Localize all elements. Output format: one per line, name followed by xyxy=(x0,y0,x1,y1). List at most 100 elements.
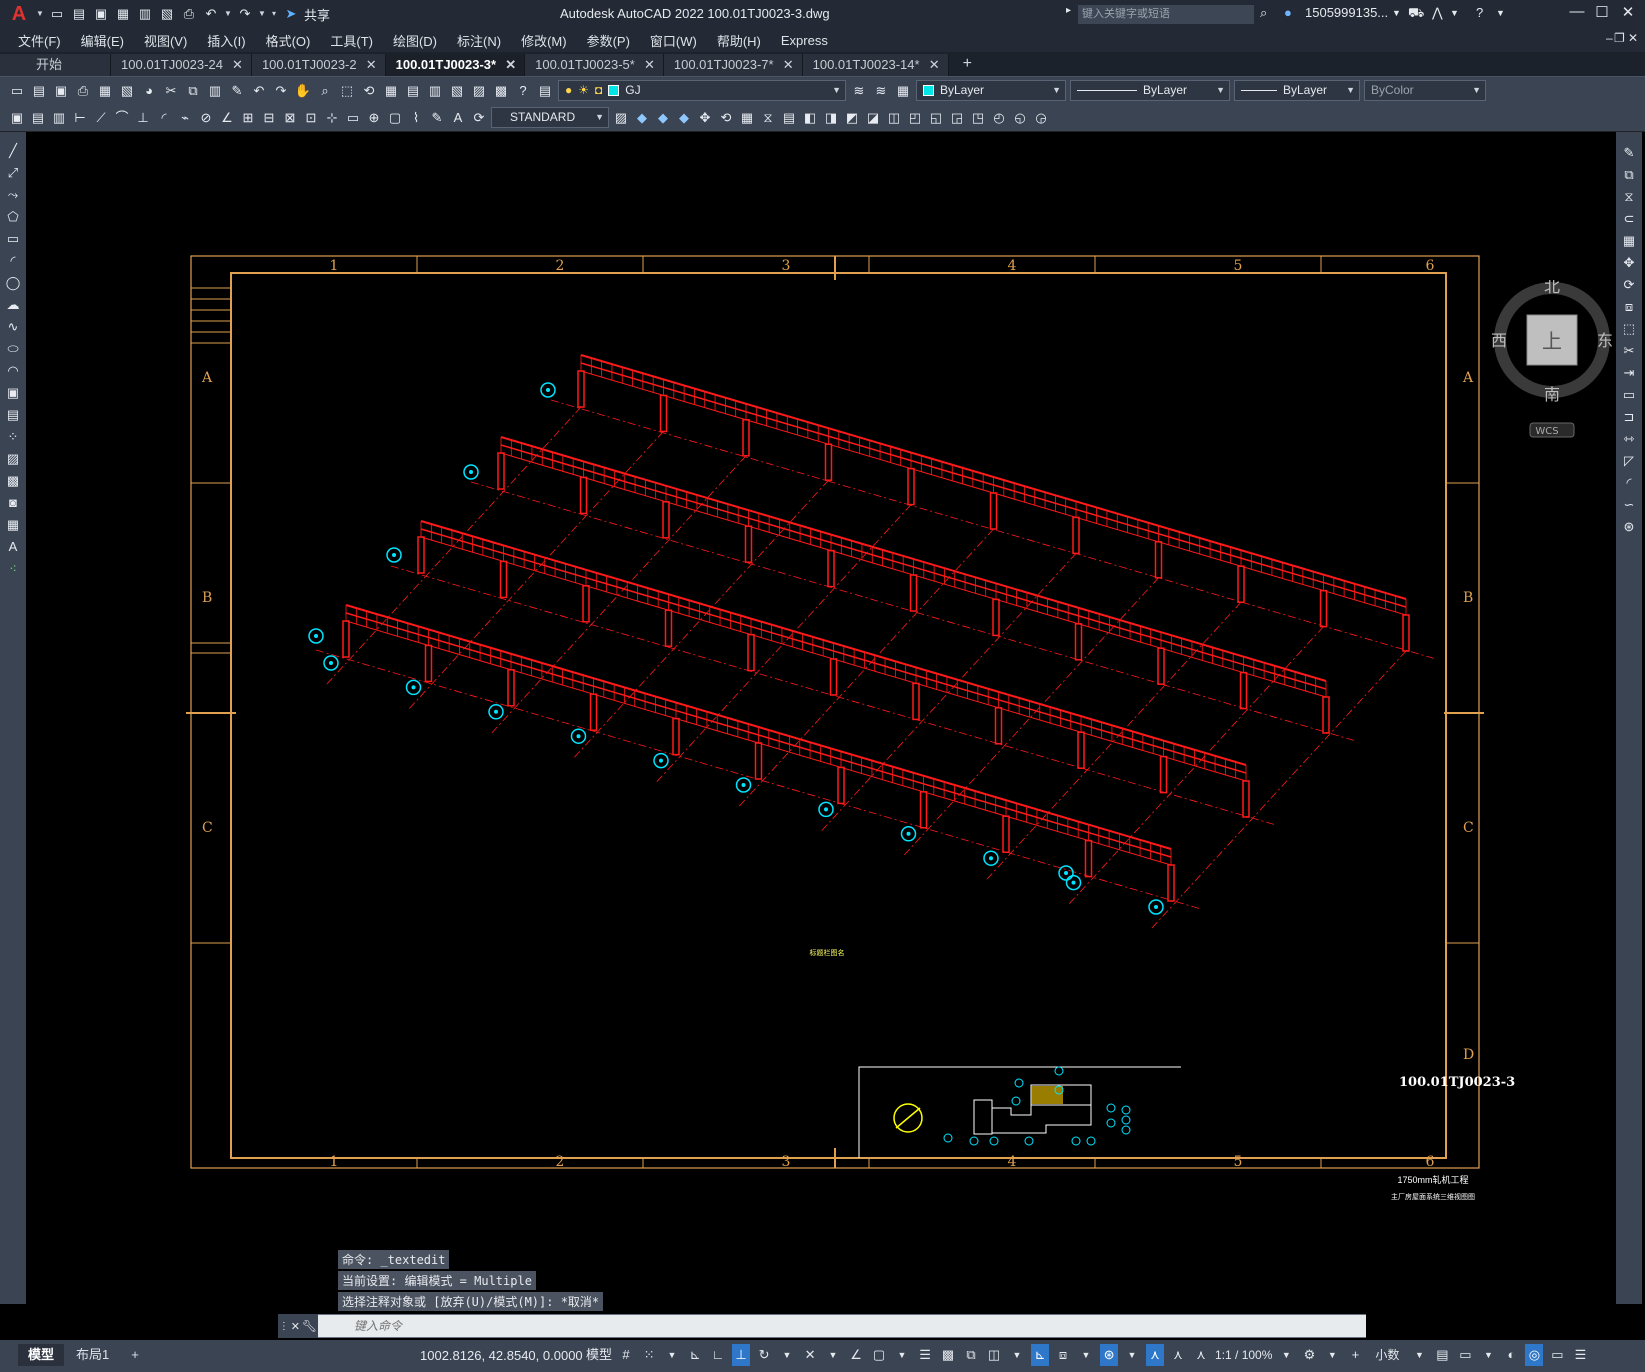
menu-modify[interactable]: 修改(M) xyxy=(511,31,577,50)
zoom-previous-icon[interactable]: ⟲ xyxy=(360,82,378,100)
command-input[interactable] xyxy=(318,1315,1366,1337)
break-at-point-icon[interactable]: ▭ xyxy=(1620,386,1638,404)
tab-file-5[interactable]: 100.01TJ0023-5* ✕ xyxy=(525,54,664,76)
minimize-icon[interactable]: — xyxy=(1565,3,1589,25)
search-expand-icon[interactable]: ▸ xyxy=(1066,5,1071,16)
drawing-viewport[interactable]: 1 1 2 2 3 3 4 4 5 5 6 6 A A B B C C D 100.01TJ0023-3 1750m… xyxy=(26,133,1616,1311)
application-menu-button[interactable]: A xyxy=(6,3,32,25)
explode-icon[interactable]: ⊛ xyxy=(1620,518,1638,536)
diameter-dimension-icon[interactable]: ⊘ xyxy=(197,109,215,127)
baseline-dimension-icon[interactable]: ⊟ xyxy=(260,109,278,127)
shell-icon[interactable]: ◶ xyxy=(1032,109,1050,127)
layer-properties-icon[interactable]: ▤ xyxy=(536,82,554,100)
pan-icon[interactable]: ✋ xyxy=(294,82,312,100)
ortho-icon[interactable]: ⊥ xyxy=(732,1344,751,1366)
3d-wedge-icon[interactable]: ◆ xyxy=(654,109,672,127)
table-icon[interactable]: ▦ xyxy=(4,516,22,534)
3d-array-icon[interactable]: ▤ xyxy=(780,109,798,127)
isolate-objects-icon[interactable]: ◐ xyxy=(1502,1344,1520,1366)
multiline-text-icon[interactable]: A xyxy=(4,538,22,556)
doc-minimize-icon[interactable]: – xyxy=(1606,31,1613,45)
tab-file-2[interactable]: 100.01TJ0023-2 ✕ xyxy=(251,54,386,76)
maximize-icon[interactable]: ☐ xyxy=(1590,3,1614,25)
redo-icon[interactable]: ↷ xyxy=(272,82,290,100)
compass-east[interactable]: 东 xyxy=(1597,331,1613,350)
drawing-canvas[interactable]: 1 1 2 2 3 3 4 4 5 5 6 6 A A B B C C D 100.01TJ0023-3 1750m… xyxy=(26,133,1616,1304)
lock-ui-icon[interactable]: ▭ xyxy=(1456,1344,1474,1366)
dimension-break-icon[interactable]: ⊹ xyxy=(323,109,341,127)
menu-dimension[interactable]: 标注(N) xyxy=(447,31,511,50)
menu-parametric[interactable]: 参数(P) xyxy=(577,31,640,50)
add-layout-icon[interactable]: + xyxy=(121,1344,149,1366)
lineweight-icon[interactable]: ☰ xyxy=(916,1344,934,1366)
customize-icon[interactable]: 🔧︎ xyxy=(302,1319,317,1333)
make-object-layer-current-icon[interactable]: ≋ xyxy=(850,82,868,100)
plot-icon[interactable]: ⎙ xyxy=(74,82,92,100)
new-icon[interactable]: ▭ xyxy=(48,5,66,23)
text-style-dropdown[interactable]: STANDARD ▼ xyxy=(491,107,609,128)
tab-file-24[interactable]: 100.01TJ0023-24 ✕ xyxy=(111,54,252,76)
center-mark-icon[interactable]: ⊕ xyxy=(365,109,383,127)
properties-icon[interactable]: ▦ xyxy=(382,82,400,100)
user-dropdown-icon[interactable]: ▼ xyxy=(1392,8,1401,18)
doc-restore-icon[interactable]: ❐ xyxy=(1614,31,1625,45)
tab-close-icon[interactable]: ✕ xyxy=(232,54,243,76)
app-menu-dropdown-icon[interactable]: ▼ xyxy=(36,5,44,23)
ellipse-arc-icon[interactable]: ◠ xyxy=(4,362,22,380)
plot-icon[interactable]: ⎙ xyxy=(180,5,198,23)
arc-length-icon[interactable]: ⌒ xyxy=(113,109,131,127)
menu-draw[interactable]: 绘图(D) xyxy=(383,31,447,50)
plotstyle-dropdown[interactable]: ByColor ▼ xyxy=(1364,80,1486,101)
linear-dimension-icon[interactable]: ⊢ xyxy=(71,109,89,127)
search-input[interactable]: 键入关键字或短语 xyxy=(1078,5,1254,24)
break-icon[interactable]: ⊐ xyxy=(1620,408,1638,426)
copy-object-icon[interactable]: ⧉ xyxy=(1620,166,1638,184)
cart-icon[interactable]: ⛟ xyxy=(1408,5,1424,23)
grip-icon[interactable]: ⋮ xyxy=(279,1321,289,1332)
dimension-update-icon[interactable]: ⟳ xyxy=(470,109,488,127)
3d-osnap-dropdown-icon[interactable]: ▼ xyxy=(1008,1344,1026,1366)
insert-block-icon[interactable]: ▣ xyxy=(4,384,22,402)
snap-dropdown-icon[interactable]: ▼ xyxy=(663,1344,681,1366)
tab-start[interactable]: 开始 xyxy=(0,54,112,76)
offset-icon[interactable]: ⊂ xyxy=(1620,210,1638,228)
line-icon[interactable]: ╱ xyxy=(4,142,22,160)
extrude-faces-icon[interactable]: ◪ xyxy=(864,109,882,127)
open-icon[interactable]: ▤ xyxy=(30,82,48,100)
tab-model[interactable]: 模型 xyxy=(18,1344,65,1366)
tab-close-icon[interactable]: ✕ xyxy=(366,54,377,76)
undo-icon[interactable]: ↶ xyxy=(202,5,220,23)
share-button[interactable]: 共享 xyxy=(304,5,330,24)
menu-help[interactable]: 帮助(H) xyxy=(707,31,771,50)
render-icon[interactable]: ◕ xyxy=(140,82,158,100)
jogged-linear-icon[interactable]: ⌇ xyxy=(407,109,425,127)
spline-icon[interactable]: ∿ xyxy=(4,318,22,336)
lineweight-dropdown[interactable]: ByLayer ▼ xyxy=(1234,80,1360,101)
close-command-line-icon[interactable]: ✕ xyxy=(291,1320,300,1333)
lock-ui-dropdown-icon[interactable]: ▼ xyxy=(1479,1344,1497,1366)
scale-icon[interactable]: ⧈ xyxy=(1620,298,1638,316)
undo-icon[interactable]: ↶ xyxy=(250,82,268,100)
coordinates-readout[interactable]: 1002.8126, 42.8540, 0.0000 xyxy=(420,1348,583,1363)
match-properties-icon[interactable]: ✎ xyxy=(228,82,246,100)
customize-qat-icon[interactable]: ▾ xyxy=(270,5,278,23)
compass-west[interactable]: 西 xyxy=(1491,331,1507,350)
revolve-icon[interactable]: ◵ xyxy=(1011,109,1029,127)
trim-icon[interactable]: ✂ xyxy=(1620,342,1638,360)
customization-icon[interactable]: ☰ xyxy=(1571,1344,1589,1366)
polar-tracking-icon[interactable]: ↻ xyxy=(755,1344,773,1366)
menu-express[interactable]: Express xyxy=(771,33,838,48)
interfere-icon[interactable]: ◨ xyxy=(822,109,840,127)
user-icon[interactable]: ● xyxy=(1284,5,1292,20)
copy-icon[interactable]: ⧉ xyxy=(184,82,202,100)
blend-curves-icon[interactable]: ∽ xyxy=(1620,496,1638,514)
dynamic-ucs-icon[interactable]: ⊾ xyxy=(1031,1344,1050,1366)
save-as-icon[interactable]: ▦ xyxy=(114,5,132,23)
isodraft-dropdown-icon[interactable]: ▼ xyxy=(824,1344,842,1366)
open-web-icon[interactable]: ▥ xyxy=(136,5,154,23)
circle-icon[interactable]: ◯ xyxy=(4,274,22,292)
redo-icon[interactable]: ↷ xyxy=(236,5,254,23)
autodesk-app-icon[interactable]: ⋀ xyxy=(1432,5,1443,21)
open-icon[interactable]: ▤ xyxy=(70,5,88,23)
layer-previous-icon[interactable]: ≋ xyxy=(872,82,890,100)
